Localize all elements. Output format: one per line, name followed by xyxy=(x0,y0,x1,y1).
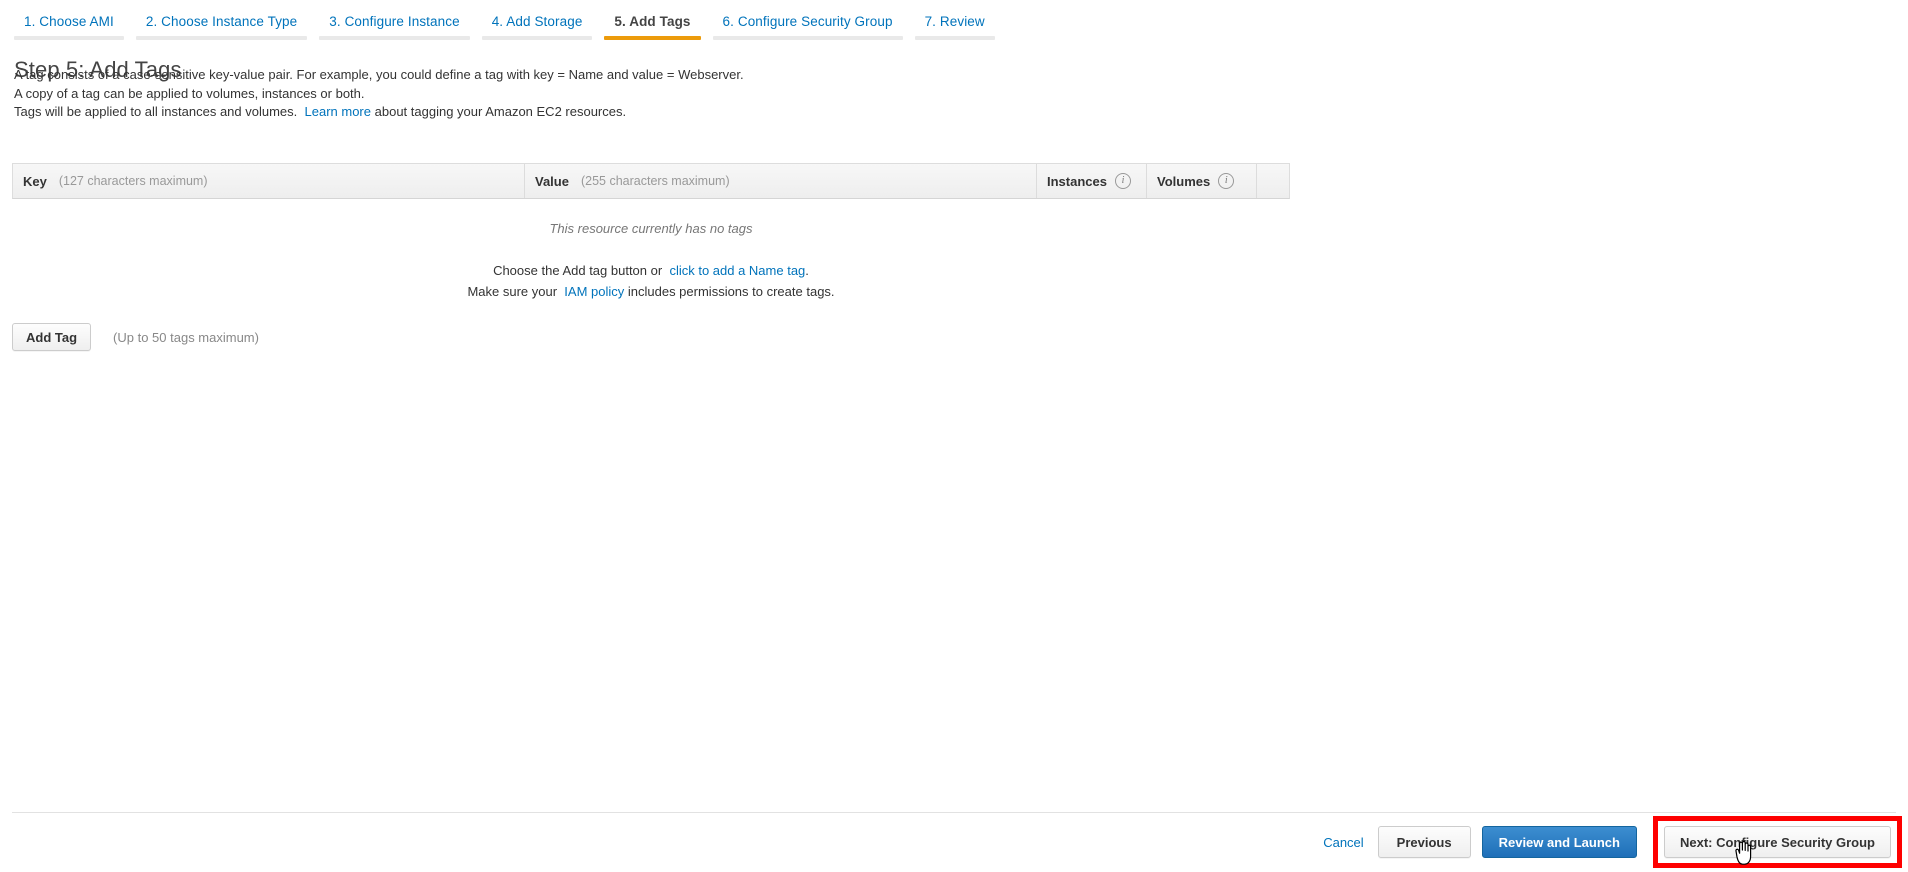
wizard-tab-2[interactable]: 2. Choose Instance Type xyxy=(135,0,308,40)
intro-line-3-after: about tagging your Amazon EC2 resources. xyxy=(374,104,627,119)
hint-line-1-after: . xyxy=(805,263,809,278)
hint-line-1-before: Choose the Add tag button or xyxy=(493,263,663,278)
hint-line-1: Choose the Add tag button or click to ad… xyxy=(12,260,1290,281)
intro-line-1: A tag consists of a case-sensitive key-v… xyxy=(14,67,744,82)
hint-line-2: Make sure your IAM policy includes permi… xyxy=(12,281,1290,302)
next-button-highlight: Next: Configure Security Group xyxy=(1652,816,1902,868)
wizard-tab-label: 4. Add Storage xyxy=(491,14,583,29)
next-configure-security-group-button[interactable]: Next: Configure Security Group xyxy=(1663,826,1891,858)
column-header-volumes-title: Volumes xyxy=(1157,173,1211,189)
iam-policy-link[interactable]: IAM policy xyxy=(564,284,624,299)
wizard-tab-3[interactable]: 3. Configure Instance xyxy=(319,0,470,40)
learn-more-link[interactable]: Learn more xyxy=(305,104,371,119)
hint-line-2-after: includes permissions to create tags. xyxy=(627,284,835,299)
column-header-key-hint: (127 characters maximum) xyxy=(58,174,208,188)
empty-state-hints: Choose the Add tag button or click to ad… xyxy=(12,260,1290,302)
wizard-tab-6[interactable]: 6. Configure Security Group xyxy=(712,0,903,40)
wizard-tab-underline xyxy=(481,36,593,40)
intro-line-3: Tags will be applied to all instances an… xyxy=(14,103,1214,122)
wizard-tab-underline xyxy=(135,36,308,40)
column-header-instances: Instances i xyxy=(1037,164,1147,198)
column-header-key: Key (127 characters maximum) xyxy=(13,164,525,198)
column-header-actions-spacer xyxy=(1257,164,1289,198)
wizard-step-tabs: 1. Choose AMI 2. Choose Instance Type 3. C… xyxy=(0,0,1908,40)
tag-table: Key (127 characters maximum) Value (255 … xyxy=(12,163,1290,302)
wizard-tab-5[interactable]: 5. Add Tags xyxy=(604,0,701,40)
wizard-tab-underline xyxy=(914,36,995,40)
footer-divider xyxy=(12,812,1896,813)
wizard-tab-label: 2. Choose Instance Type xyxy=(145,14,298,29)
wizard-tab-underline xyxy=(712,36,903,40)
tag-table-header-row: Key (127 characters maximum) Value (255 … xyxy=(12,163,1290,199)
info-icon[interactable]: i xyxy=(1114,173,1131,189)
intro-description: A tag consists of a case-sensitive key-v… xyxy=(14,66,1214,122)
column-header-value: Value (255 characters maximum) xyxy=(525,164,1037,198)
wizard-tab-1[interactable]: 1. Choose AMI xyxy=(14,0,124,40)
previous-button[interactable]: Previous xyxy=(1377,826,1471,858)
tag-table-body: This resource currently has no tags Choo… xyxy=(12,199,1290,302)
cancel-button[interactable]: Cancel xyxy=(1323,835,1363,850)
add-name-tag-link[interactable]: click to add a Name tag xyxy=(669,263,805,278)
wizard-tab-label: 5. Add Tags xyxy=(614,14,691,29)
wizard-tab-underline xyxy=(604,36,701,40)
review-and-launch-button[interactable]: Review and Launch xyxy=(1481,826,1637,858)
wizard-tab-7[interactable]: 7. Review xyxy=(914,0,995,40)
wizard-tab-label: 1. Choose AMI xyxy=(24,14,114,29)
wizard-tab-underline xyxy=(319,36,470,40)
hint-line-2-before: Make sure your xyxy=(467,284,558,299)
footer-actions: Cancel Previous Review and Launch Next: … xyxy=(1323,816,1902,868)
column-header-volumes: Volumes i xyxy=(1147,164,1257,198)
add-tag-note: (Up to 50 tags maximum) xyxy=(113,329,259,345)
column-header-value-hint: (255 characters maximum) xyxy=(580,174,730,188)
add-tag-button[interactable]: Add Tag xyxy=(12,323,92,351)
empty-state-message: This resource currently has no tags xyxy=(549,221,753,236)
add-tag-row: Add Tag (Up to 50 tags maximum) xyxy=(12,323,259,351)
column-header-instances-title: Instances xyxy=(1047,173,1107,189)
info-icon[interactable]: i xyxy=(1218,173,1235,189)
intro-line-3-before: Tags will be applied to all instances an… xyxy=(14,104,298,119)
column-header-value-title: Value xyxy=(535,173,569,189)
wizard-tab-label: 3. Configure Instance xyxy=(329,14,460,29)
wizard-tab-label: 6. Configure Security Group xyxy=(722,14,893,29)
wizard-tab-underline xyxy=(14,36,124,40)
column-header-key-title: Key xyxy=(23,173,47,189)
wizard-tab-4[interactable]: 4. Add Storage xyxy=(481,0,593,40)
wizard-tab-label: 7. Review xyxy=(924,14,985,29)
intro-line-2: A copy of a tag can be applied to volume… xyxy=(14,85,365,101)
